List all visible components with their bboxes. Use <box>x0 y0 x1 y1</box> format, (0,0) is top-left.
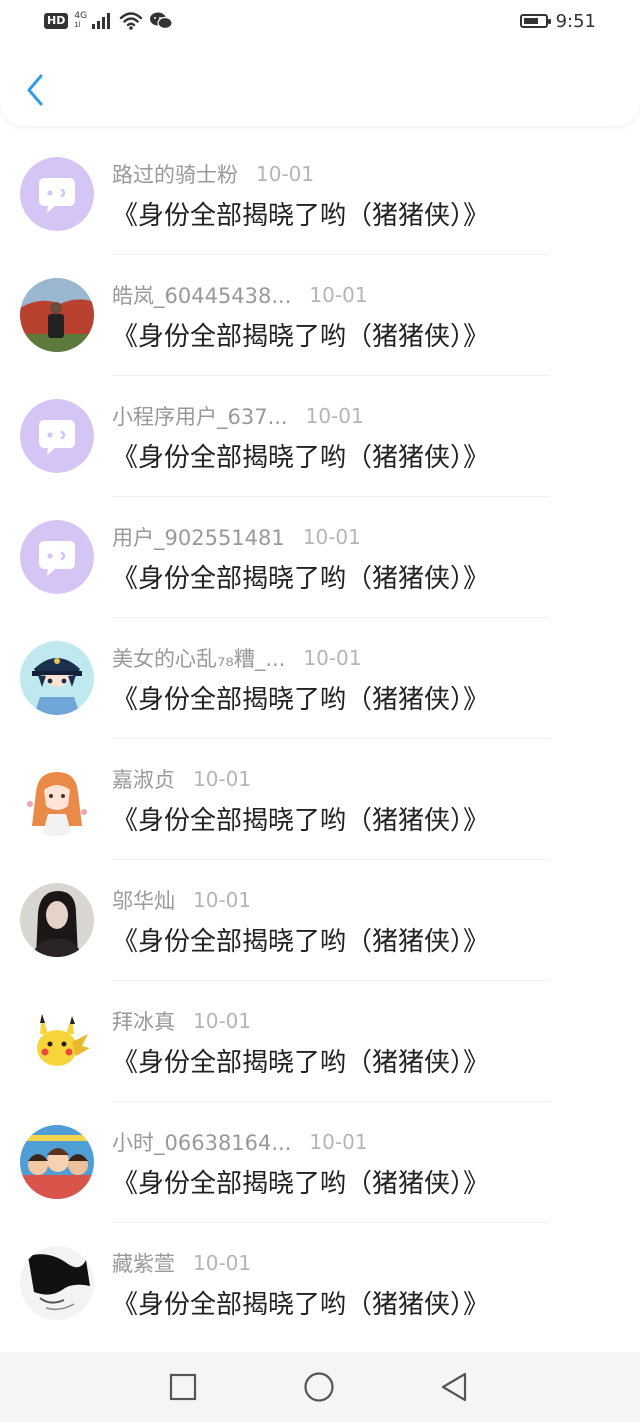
status-left: HD 4G 1l <box>44 8 173 34</box>
comment-text: 《身份全部揭晓了哟（猪猪侠）》 <box>112 1048 490 1078</box>
divider <box>112 859 550 860</box>
home-button[interactable] <box>303 1371 335 1403</box>
avatar[interactable] <box>20 641 94 715</box>
comment-date: 10-01 <box>309 283 368 307</box>
square-icon <box>169 1373 197 1401</box>
user-name[interactable]: 美女的心乱₇₈糟_... <box>112 643 285 673</box>
comment-meta: 路过的骑士粉 10-01 <box>112 159 314 189</box>
comment-text: 《身份全部揭晓了哟（猪猪侠）》 <box>112 1169 490 1199</box>
comment-meta: 皓岚_60445438... 10-01 <box>112 280 368 310</box>
comment-text: 《身份全部揭晓了哟（猪猪侠）》 <box>112 201 490 231</box>
user-name[interactable]: 小时_06638164... <box>112 1127 291 1157</box>
wifi-icon <box>119 12 143 30</box>
status-right: 9:51 <box>519 8 596 34</box>
comment-date: 10-01 <box>193 1009 252 1033</box>
divider <box>112 254 550 255</box>
avatar[interactable] <box>20 1004 94 1078</box>
chevron-left-icon <box>27 74 43 106</box>
header: HD 4G 1l 9:51 <box>0 0 640 126</box>
user-name[interactable]: 藏紫萱 <box>112 1248 175 1278</box>
comment-text: 《身份全部揭晓了哟（猪猪侠）》 <box>112 685 490 715</box>
comment-list-screen: HD 4G 1l 9:51 路过的骑士粉 10-01 《身份全部揭晓了哟（猪猪侠… <box>0 0 640 1422</box>
triangle-back-icon <box>441 1372 467 1402</box>
comment-list: 路过的骑士粉 10-01 《身份全部揭晓了哟（猪猪侠）》 皓岚_60445438...… <box>0 133 640 1343</box>
comment-meta: 嘉淑贞 10-01 <box>112 764 251 794</box>
comment-date: 10-01 <box>302 525 361 549</box>
user-name[interactable]: 用户_902551481 <box>112 522 285 552</box>
user-name[interactable]: 嘉淑贞 <box>112 764 175 794</box>
comment-meta: 藏紫萱 10-01 <box>112 1248 251 1278</box>
comment-meta: 小时_06638164... 10-01 <box>112 1127 368 1157</box>
user-name[interactable]: 小程序用户_637... <box>112 401 288 431</box>
comment-date: 10-01 <box>305 404 364 428</box>
divider <box>112 617 550 618</box>
comment-item[interactable]: 嘉淑贞 10-01 《身份全部揭晓了哟（猪猪侠）》 <box>0 738 640 859</box>
comment-text: 《身份全部揭晓了哟（猪猪侠）》 <box>112 443 490 473</box>
wechat-icon <box>150 12 173 30</box>
divider <box>112 375 550 376</box>
user-name[interactable]: 拜冰真 <box>112 1006 175 1036</box>
comment-meta: 邬华灿 10-01 <box>112 885 251 915</box>
comment-text: 《身份全部揭晓了哟（猪猪侠）》 <box>112 564 490 594</box>
comment-item[interactable]: 路过的骑士粉 10-01 《身份全部揭晓了哟（猪猪侠）》 <box>0 133 640 254</box>
comment-item[interactable]: 拜冰真 10-01 《身份全部揭晓了哟（猪猪侠）》 <box>0 980 640 1101</box>
comment-meta: 用户_902551481 10-01 <box>112 522 361 552</box>
status-bar: HD 4G 1l 9:51 <box>0 0 640 44</box>
network-type: 4G 1l <box>74 12 87 30</box>
comment-item[interactable]: 藏紫萱 10-01 《身份全部揭晓了哟（猪猪侠）》 <box>0 1222 640 1343</box>
comment-item[interactable]: 用户_902551481 10-01 《身份全部揭晓了哟（猪猪侠）》 <box>0 496 640 617</box>
comment-text: 《身份全部揭晓了哟（猪猪侠）》 <box>112 322 490 352</box>
divider <box>112 738 550 739</box>
user-name[interactable]: 邬华灿 <box>112 885 175 915</box>
network-sub: 1l <box>74 21 81 29</box>
comment-item[interactable]: 小时_06638164... 10-01 《身份全部揭晓了哟（猪猪侠）》 <box>0 1101 640 1222</box>
recent-apps-button[interactable] <box>167 1371 199 1403</box>
avatar[interactable] <box>20 883 94 957</box>
avatar[interactable] <box>20 1246 94 1320</box>
comment-item[interactable]: 皓岚_60445438... 10-01 《身份全部揭晓了哟（猪猪侠）》 <box>0 254 640 375</box>
comment-date: 10-01 <box>303 646 362 670</box>
comment-text: 《身份全部揭晓了哟（猪猪侠）》 <box>112 927 490 957</box>
comment-text: 《身份全部揭晓了哟（猪猪侠）》 <box>112 1290 490 1320</box>
comment-item[interactable]: 小程序用户_637... 10-01 《身份全部揭晓了哟（猪猪侠）》 <box>0 375 640 496</box>
comment-meta: 小程序用户_637... 10-01 <box>112 401 364 431</box>
avatar[interactable] <box>20 157 94 231</box>
comment-date: 10-01 <box>193 767 252 791</box>
divider <box>112 1222 550 1223</box>
comment-date: 10-01 <box>193 1251 252 1275</box>
avatar[interactable] <box>20 762 94 836</box>
clock: 9:51 <box>555 10 596 32</box>
avatar[interactable] <box>20 399 94 473</box>
avatar[interactable] <box>20 520 94 594</box>
network-label: 4G <box>74 11 88 21</box>
circle-icon <box>304 1372 334 1402</box>
divider <box>112 496 550 497</box>
comment-item[interactable]: 邬华灿 10-01 《身份全部揭晓了哟（猪猪侠）》 <box>0 859 640 980</box>
back-button[interactable] <box>18 68 52 112</box>
user-name[interactable]: 路过的骑士粉 <box>112 159 238 189</box>
signal-icon <box>92 13 111 29</box>
comment-item[interactable]: 美女的心乱₇₈糟_... 10-01 《身份全部揭晓了哟（猪猪侠）》 <box>0 617 640 738</box>
battery-icon <box>519 14 551 28</box>
divider <box>112 1101 550 1102</box>
avatar[interactable] <box>20 1125 94 1199</box>
comment-date: 10-01 <box>309 1130 368 1154</box>
comment-text: 《身份全部揭晓了哟（猪猪侠）》 <box>112 806 490 836</box>
system-back-button[interactable] <box>438 1371 470 1403</box>
divider <box>112 980 550 981</box>
hd-badge: HD <box>44 13 69 29</box>
avatar[interactable] <box>20 278 94 352</box>
navigation-bar <box>0 1352 640 1422</box>
comment-date: 10-01 <box>256 162 315 186</box>
comment-meta: 美女的心乱₇₈糟_... 10-01 <box>112 643 362 673</box>
comment-meta: 拜冰真 10-01 <box>112 1006 251 1036</box>
user-name[interactable]: 皓岚_60445438... <box>112 280 291 310</box>
comment-date: 10-01 <box>193 888 252 912</box>
